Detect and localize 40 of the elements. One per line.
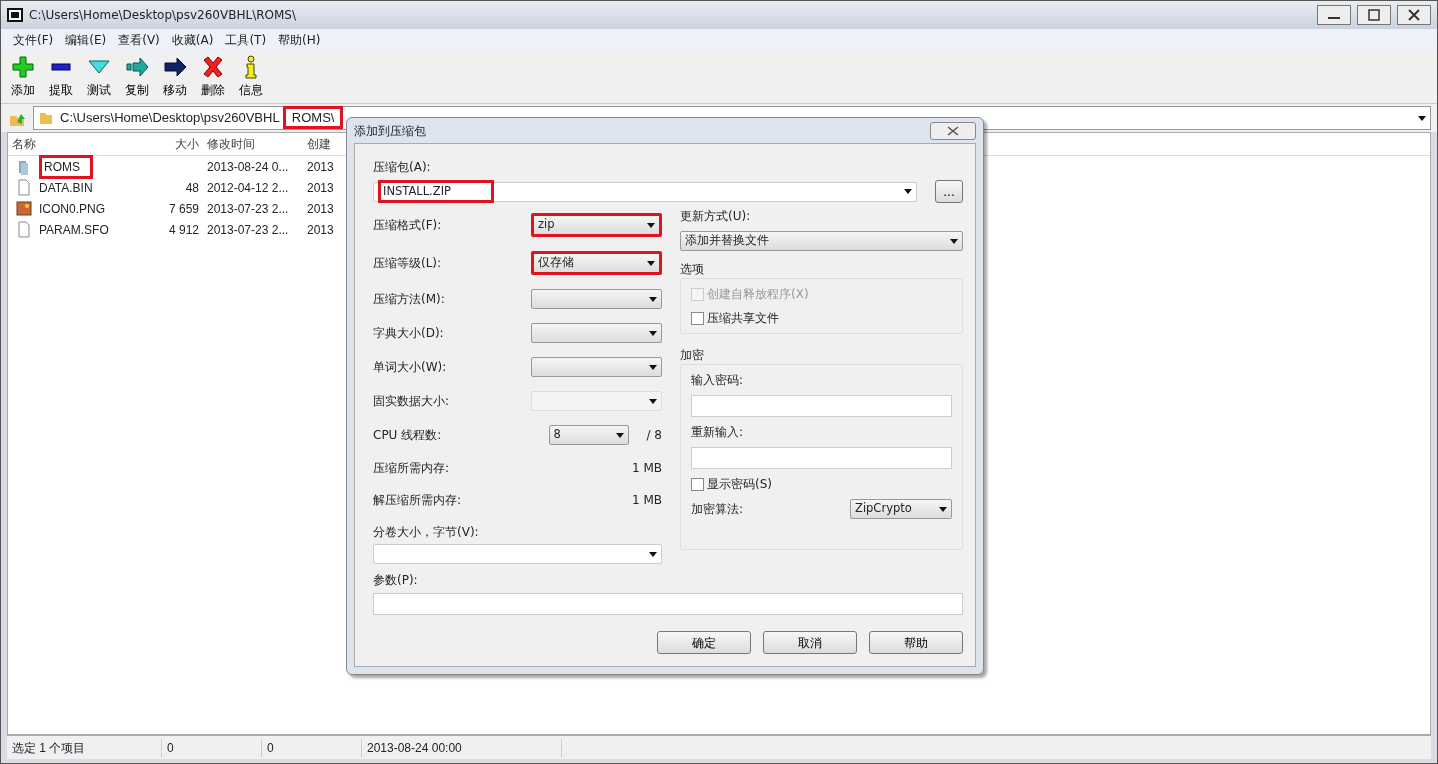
created-date: 2013	[306, 179, 335, 197]
file-size: 48	[184, 179, 200, 197]
created-date: 2013	[306, 200, 335, 218]
field-label: 更新方式(U):	[680, 208, 752, 225]
modified-date: 2012-04-12 2...	[206, 179, 290, 197]
field-label: 压缩等级(L):	[373, 255, 442, 272]
field-label: 重新输入:	[691, 424, 745, 441]
memory-value: 1 MB	[631, 492, 662, 509]
modified-date: 2013-07-23 2...	[206, 221, 290, 239]
dialog-title: 添加到压缩包	[354, 122, 426, 140]
status-text: 0	[262, 738, 362, 757]
created-date: 2013	[306, 158, 335, 176]
checkbox-label: 创建自释放程序(X)	[707, 286, 809, 303]
field-label: 参数(P):	[373, 572, 419, 589]
window-title: C:\Users\Home\Desktop\psv260VBHL\ROMS\	[29, 7, 297, 24]
field-label: 字典大小(D):	[373, 325, 444, 342]
field-label: 压缩格式(F):	[373, 217, 442, 234]
field-label: 解压缩所需内存:	[373, 492, 462, 509]
status-text: 2013-08-24 00:00	[362, 738, 562, 757]
field-label: CPU 线程数:	[373, 427, 442, 444]
field-label: 加密算法:	[691, 501, 744, 518]
field-label: 压缩所需内存:	[373, 460, 450, 477]
status-text: 0	[162, 738, 262, 757]
thread-count: / 8	[646, 427, 662, 444]
field-label: 固实数据大小:	[373, 393, 450, 410]
group-title: 加密	[680, 347, 705, 364]
field-label: 单词大小(W):	[373, 359, 447, 376]
field-label: 分卷大小，字节(V):	[373, 524, 480, 541]
modified-date: 2013-08-24 0...	[206, 158, 290, 176]
field-label: 压缩方法(M):	[373, 291, 445, 308]
status-text: 选定 1 个项目	[7, 738, 162, 757]
memory-value: 1 MB	[631, 460, 662, 477]
created-date: 2013	[306, 221, 335, 239]
file-size: 4 912	[167, 221, 200, 239]
group-title: 选项	[680, 261, 705, 278]
file-size: 7 659	[167, 200, 200, 218]
modified-date: 2013-07-23 2...	[206, 200, 290, 218]
field-label: 压缩包(A):	[373, 159, 432, 176]
field-label: 输入密码:	[691, 372, 745, 389]
field-value: INSTALL.ZIP	[378, 179, 494, 204]
